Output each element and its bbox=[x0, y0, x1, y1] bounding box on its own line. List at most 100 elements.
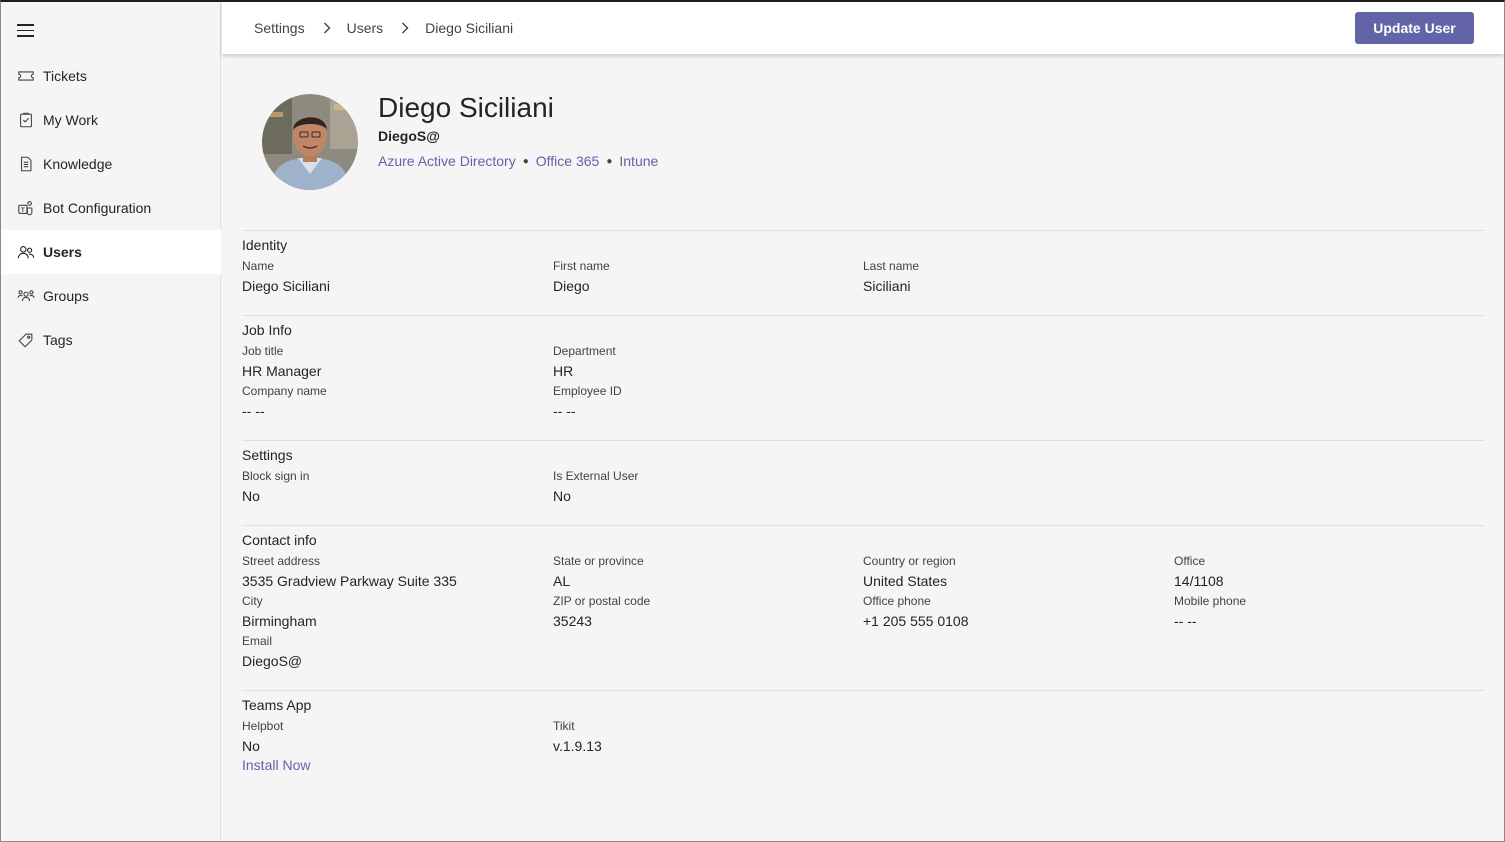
field-email: Email DiegoS@ bbox=[242, 632, 542, 672]
field-office: Office 14/1108 bbox=[1174, 552, 1474, 592]
section-title-teams-app: Teams App bbox=[242, 697, 312, 713]
sidebar: Tickets My Work Knowledge T Bot Configur… bbox=[1, 2, 221, 841]
chevron-right-icon bbox=[323, 22, 331, 34]
sidebar-item-tickets[interactable]: Tickets bbox=[1, 54, 221, 98]
field-employee-id: Employee ID -- -- bbox=[553, 382, 853, 422]
document-icon bbox=[16, 154, 36, 174]
field-label: Employee ID bbox=[553, 384, 622, 398]
sidebar-item-users[interactable]: Users bbox=[1, 230, 221, 274]
field-value: Diego bbox=[553, 278, 590, 294]
field-label: Mobile phone bbox=[1174, 594, 1247, 608]
field-label: City bbox=[242, 594, 263, 608]
breadcrumb-settings[interactable]: Settings bbox=[254, 20, 305, 36]
contact-info-section: Contact info Street address 3535 Gradvie… bbox=[242, 525, 1484, 690]
sidebar-item-label: Knowledge bbox=[43, 156, 113, 172]
field-value: DiegoS@ bbox=[242, 653, 303, 669]
field-company-name: Company name -- -- bbox=[242, 382, 542, 422]
groups-icon bbox=[16, 286, 36, 306]
separator-dot: ● bbox=[522, 155, 529, 167]
field-label: Company name bbox=[242, 384, 327, 398]
tag-icon bbox=[16, 330, 36, 350]
field-label: Job title bbox=[242, 344, 284, 358]
ticket-icon bbox=[16, 66, 36, 86]
field-first-name: First name Diego bbox=[553, 257, 853, 297]
sidebar-item-label: Users bbox=[43, 244, 82, 260]
sidebar-item-label: Tags bbox=[43, 332, 73, 348]
field-value: Diego Siciliani bbox=[242, 278, 330, 294]
field-value: No bbox=[553, 488, 571, 504]
field-value: AL bbox=[553, 573, 571, 589]
field-zip-code: ZIP or postal code 35243 bbox=[553, 592, 853, 632]
field-value: +1 205 555 0108 bbox=[863, 613, 969, 629]
hamburger-menu-icon[interactable] bbox=[17, 24, 34, 37]
field-label: Office phone bbox=[863, 594, 931, 608]
field-value: No bbox=[242, 488, 260, 504]
field-label: Office bbox=[1174, 554, 1206, 568]
field-label: Last name bbox=[863, 259, 920, 273]
separator-dot: ● bbox=[606, 155, 613, 167]
section-title-identity: Identity bbox=[242, 237, 288, 253]
field-city: City Birmingham bbox=[242, 592, 542, 632]
update-user-button[interactable]: Update User bbox=[1355, 12, 1474, 44]
identity-section: Identity Name Diego Siciliani First name… bbox=[242, 230, 1484, 315]
section-title-job-info: Job Info bbox=[242, 322, 292, 338]
field-label: ZIP or postal code bbox=[553, 594, 651, 608]
field-value: Birmingham bbox=[242, 613, 317, 629]
teams-app-section: Teams App Helpbot No Tikit v.1.9.13 Inst… bbox=[242, 690, 1484, 810]
field-label: Block sign in bbox=[242, 469, 310, 483]
field-name: Name Diego Siciliani bbox=[242, 257, 542, 297]
source-link-azure-ad[interactable]: Azure Active Directory bbox=[378, 153, 516, 169]
field-value: -- -- bbox=[553, 403, 576, 419]
field-label: First name bbox=[553, 259, 610, 273]
field-label: Name bbox=[242, 259, 275, 273]
section-title-contact-info: Contact info bbox=[242, 532, 317, 548]
field-country-or-region: Country or region United States bbox=[863, 552, 1163, 592]
user-detail-panel: Diego Siciliani DiegoS@ Azure Active Dir… bbox=[222, 54, 1504, 841]
sidebar-item-my-work[interactable]: My Work bbox=[1, 98, 221, 142]
field-office-phone: Office phone +1 205 555 0108 bbox=[863, 592, 1163, 632]
sidebar-nav: Tickets My Work Knowledge T Bot Configur… bbox=[1, 54, 221, 362]
svg-text:T: T bbox=[21, 207, 25, 214]
sidebar-item-label: My Work bbox=[43, 112, 98, 128]
field-is-external-user: Is External User No bbox=[553, 467, 853, 507]
field-value: -- -- bbox=[242, 403, 265, 419]
settings-section: Settings Block sign in No Is External Us… bbox=[242, 440, 1484, 525]
chevron-right-icon bbox=[401, 22, 409, 34]
field-label: Tikit bbox=[553, 719, 575, 733]
field-value: Siciliani bbox=[863, 278, 911, 294]
field-street-address: Street address 3535 Gradview Parkway Sui… bbox=[242, 552, 542, 592]
field-value: HR Manager bbox=[242, 363, 322, 379]
field-label: Helpbot bbox=[242, 719, 284, 733]
bot-icon: T bbox=[16, 198, 36, 218]
field-label: State or province bbox=[553, 554, 644, 568]
field-last-name: Last name Siciliani bbox=[863, 257, 1163, 297]
profile-upn: DiegoS@ bbox=[378, 128, 440, 144]
breadcrumb-users[interactable]: Users bbox=[347, 20, 384, 36]
field-mobile-phone: Mobile phone -- -- bbox=[1174, 592, 1474, 632]
field-value: 14/1108 bbox=[1174, 573, 1224, 589]
field-value: 3535 Gradview Parkway Suite 335 bbox=[242, 573, 457, 589]
sidebar-item-knowledge[interactable]: Knowledge bbox=[1, 142, 221, 186]
sidebar-item-tags[interactable]: Tags bbox=[1, 318, 221, 362]
job-info-section: Job Info Job title HR Manager Department… bbox=[242, 315, 1484, 440]
field-department: Department HR bbox=[553, 342, 853, 382]
sidebar-item-label: Groups bbox=[43, 288, 89, 304]
field-job-title: Job title HR Manager bbox=[242, 342, 542, 382]
field-value: No bbox=[242, 738, 260, 754]
field-label: Is External User bbox=[553, 469, 639, 483]
field-block-sign-in: Block sign in No bbox=[242, 467, 542, 507]
breadcrumb: Settings Users Diego Siciliani bbox=[254, 20, 513, 36]
sidebar-item-bot-configuration[interactable]: T Bot Configuration bbox=[1, 186, 221, 230]
field-value: v.1.9.13 bbox=[553, 738, 602, 754]
field-label: Country or region bbox=[863, 554, 956, 568]
sidebar-item-groups[interactable]: Groups bbox=[1, 274, 221, 318]
field-label: Email bbox=[242, 634, 273, 648]
source-link-office-365[interactable]: Office 365 bbox=[536, 153, 600, 169]
install-now-link[interactable]: Install Now bbox=[242, 757, 310, 773]
field-value: United States bbox=[863, 573, 948, 589]
top-header: Settings Users Diego Siciliani Update Us… bbox=[222, 2, 1504, 54]
field-label: Street address bbox=[242, 554, 321, 568]
source-link-intune[interactable]: Intune bbox=[619, 153, 658, 169]
clipboard-icon bbox=[16, 110, 36, 130]
field-tikit: Tikit v.1.9.13 bbox=[553, 717, 853, 757]
